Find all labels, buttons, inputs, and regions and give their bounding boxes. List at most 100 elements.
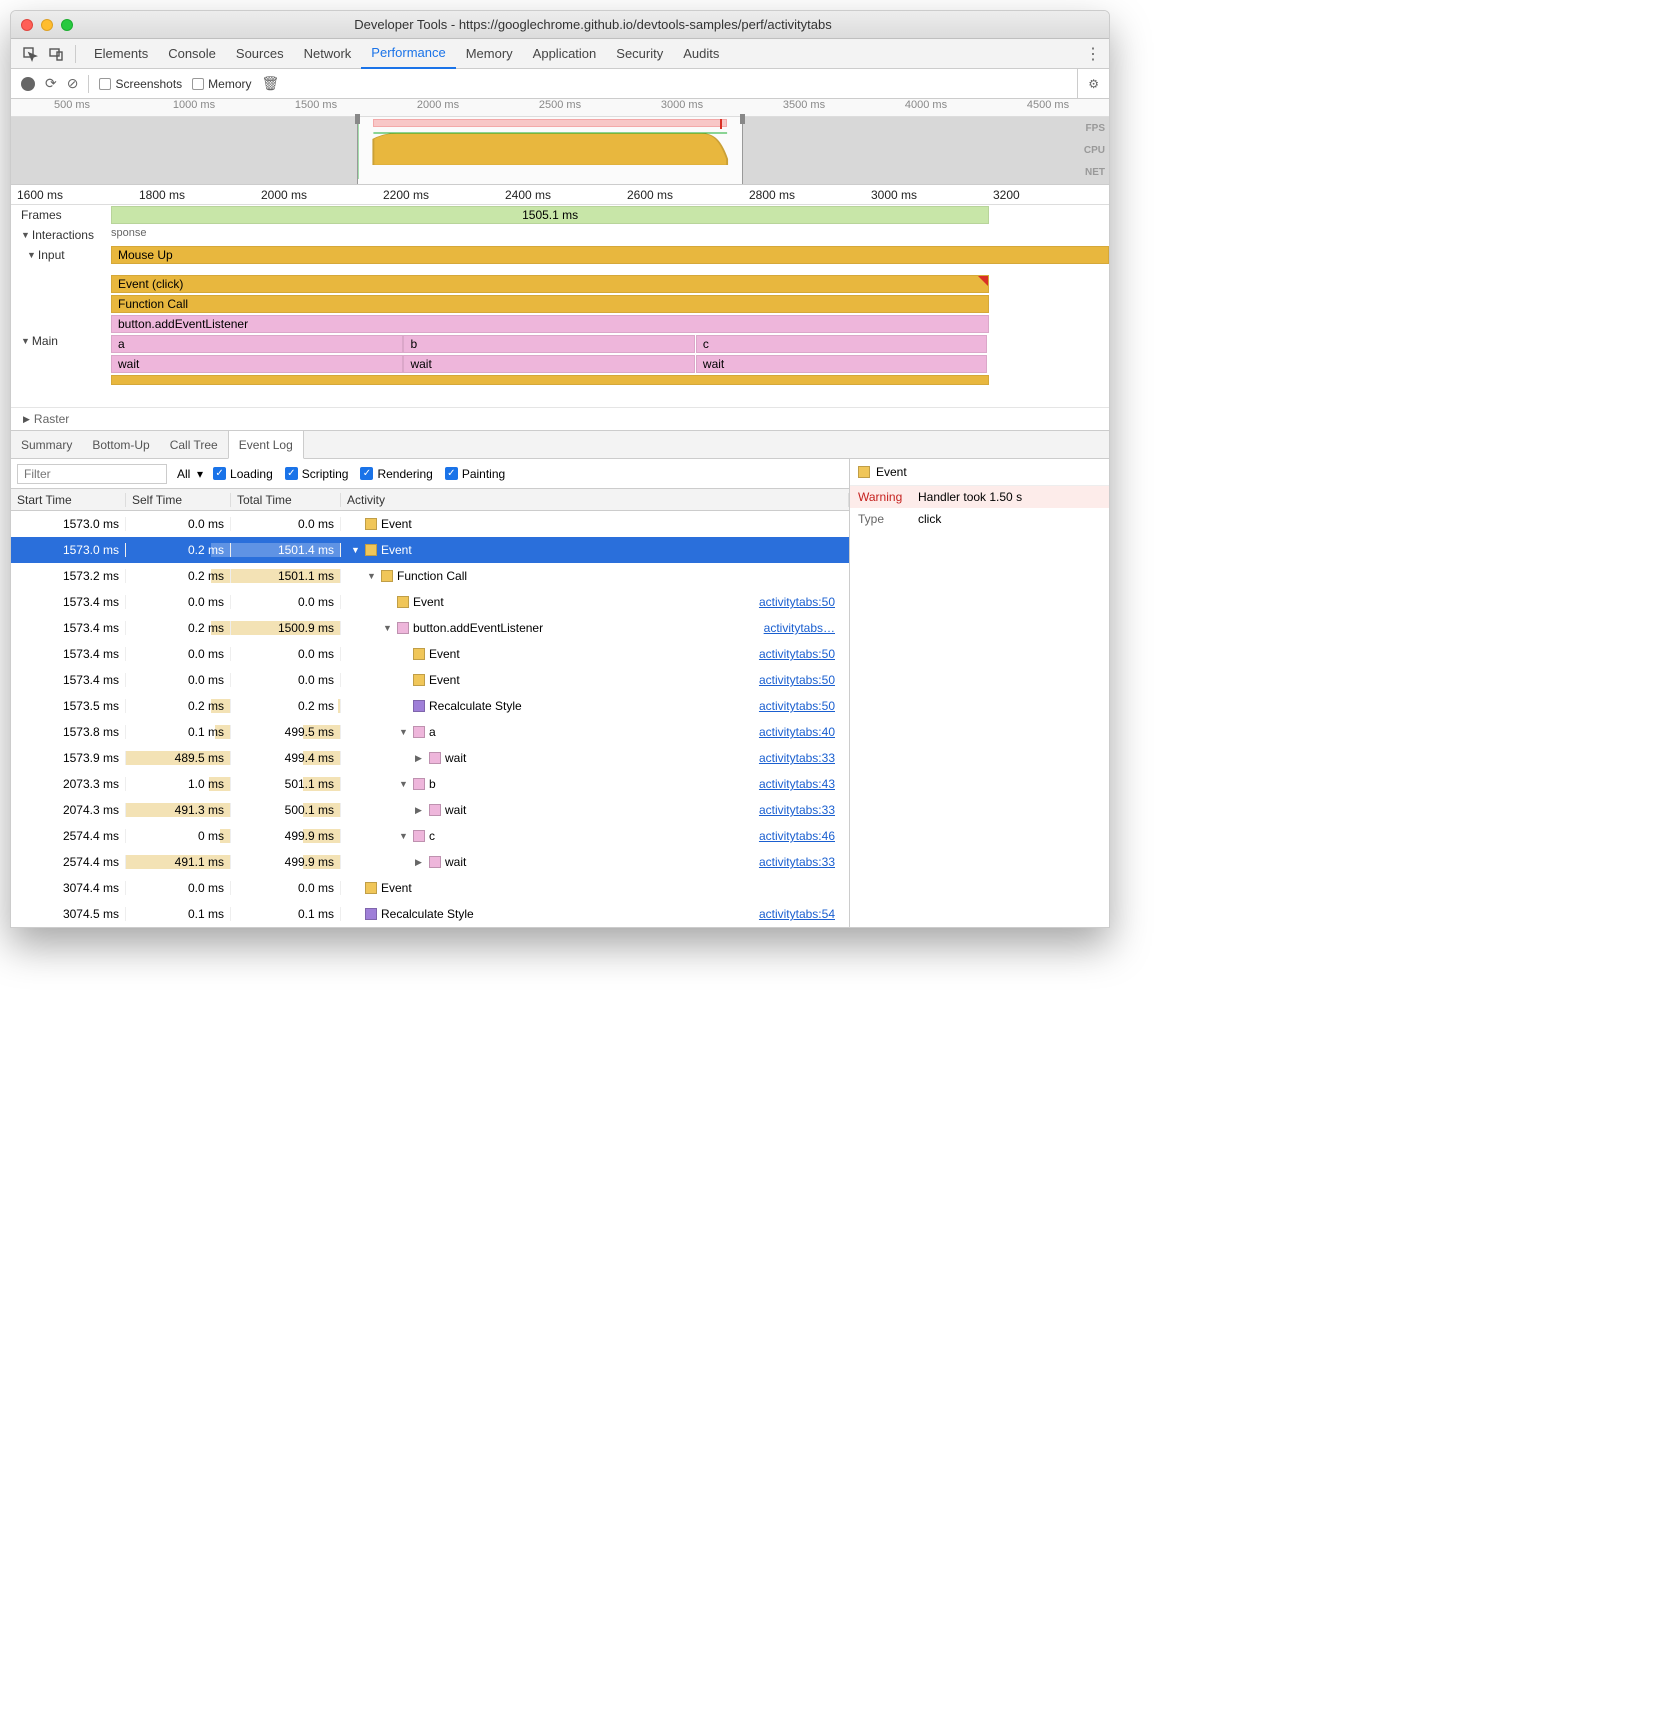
event-log-row[interactable]: 2574.4 ms0 ms499.9 ms▼cactivitytabs:46 (11, 823, 849, 849)
filter-bar: All ▾ ✓Loading ✓Scripting ✓Rendering ✓Paint… (11, 459, 849, 489)
filter-check-painting[interactable]: ✓Painting (445, 467, 505, 481)
activity-swatch-icon (365, 544, 377, 556)
event-log-row[interactable]: 1573.0 ms0.2 ms1501.4 ms▼Event (11, 537, 849, 563)
settings-icon[interactable]: ⚙ (1077, 69, 1099, 99)
clear-icon[interactable]: ⊘ (67, 75, 79, 92)
event-log-row[interactable]: 1573.4 ms0.0 ms0.0 msEventactivitytabs:5… (11, 667, 849, 693)
main-track-label[interactable]: ▼Main (11, 275, 111, 407)
time-ruler: 1600 ms1800 ms2000 ms2200 ms2400 ms2600 … (11, 185, 1109, 205)
flame-tracks[interactable]: Frames 1505.1 ms ▼Interactions sponse ▼I… (11, 205, 1109, 431)
event-log-row[interactable]: 2074.3 ms491.3 ms500.1 ms▶waitactivityta… (11, 797, 849, 823)
event-log-row[interactable]: 3074.5 ms0.1 ms0.1 msRecalculate Styleac… (11, 901, 849, 927)
source-link[interactable]: activitytabs:46 (759, 829, 843, 843)
flame-bar[interactable]: Event (click) (111, 275, 989, 293)
tab-network[interactable]: Network (294, 39, 362, 69)
tab-application[interactable]: Application (523, 39, 607, 69)
activity-swatch-icon (413, 830, 425, 842)
event-log-row[interactable]: 1573.0 ms0.0 ms0.0 msEvent (11, 511, 849, 537)
tab-sources[interactable]: Sources (226, 39, 294, 69)
input-track-label[interactable]: ▼Input (11, 245, 111, 265)
frames-track-label: Frames (11, 205, 111, 225)
source-link[interactable]: activitytabs:54 (759, 907, 843, 921)
filter-input[interactable] (17, 464, 167, 484)
tab-elements[interactable]: Elements (84, 39, 158, 69)
input-bar[interactable]: Mouse Up (111, 246, 1109, 264)
perf-toolbar: ⟳ ⊘ Screenshots Memory 🗑 ⚙ (11, 69, 1109, 99)
flame-bar[interactable]: button.addEventListener (111, 315, 989, 333)
tab-memory[interactable]: Memory (456, 39, 523, 69)
flame-bar[interactable]: b (403, 335, 695, 353)
event-log-row[interactable]: 1573.4 ms0.2 ms1500.9 ms▼button.addEvent… (11, 615, 849, 641)
source-link[interactable]: activitytabs:50 (759, 647, 843, 661)
flame-bar[interactable]: wait (403, 355, 695, 373)
source-link[interactable]: activitytabs:50 (759, 699, 843, 713)
activity-swatch-icon (413, 700, 425, 712)
activity-swatch-icon (397, 596, 409, 608)
filter-check-loading[interactable]: ✓Loading (213, 467, 273, 481)
detail-tab-summary[interactable]: Summary (11, 431, 82, 459)
source-link[interactable]: activitytabs:43 (759, 777, 843, 791)
raster-track-label[interactable]: ▶Raster (11, 407, 1109, 426)
detail-tabs: SummaryBottom-UpCall TreeEvent Log (11, 431, 1109, 459)
inspect-icon[interactable] (19, 43, 41, 65)
tab-performance[interactable]: Performance (361, 39, 455, 69)
activity-swatch-icon (429, 856, 441, 868)
close-icon[interactable] (21, 19, 33, 31)
source-link[interactable]: activitytabs:33 (759, 751, 843, 765)
flame-bar[interactable]: c (696, 335, 988, 353)
flame-bar[interactable]: a (111, 335, 403, 353)
source-link[interactable]: activitytabs… (764, 621, 843, 635)
bottom-pane: All ▾ ✓Loading ✓Scripting ✓Rendering ✓Paint… (11, 459, 1109, 927)
event-swatch-icon (858, 466, 870, 478)
filter-check-rendering[interactable]: ✓Rendering (360, 467, 432, 481)
filter-check-scripting[interactable]: ✓Scripting (285, 467, 349, 481)
detail-tab-bottom-up[interactable]: Bottom-Up (82, 431, 159, 459)
source-link[interactable]: activitytabs:50 (759, 673, 843, 687)
event-log-row[interactable]: 2073.3 ms1.0 ms501.1 ms▼bactivitytabs:43 (11, 771, 849, 797)
event-log-row[interactable]: 1573.2 ms0.2 ms1501.1 ms▼Function Call (11, 563, 849, 589)
source-link[interactable]: activitytabs:33 (759, 803, 843, 817)
event-log-row[interactable]: 1573.4 ms0.0 ms0.0 msEventactivitytabs:5… (11, 589, 849, 615)
scope-select[interactable]: All ▾ (177, 467, 203, 481)
flame-bar[interactable] (111, 375, 989, 385)
source-link[interactable]: activitytabs:33 (759, 855, 843, 869)
event-log-row[interactable]: 1573.8 ms0.1 ms499.5 ms▼aactivitytabs:40 (11, 719, 849, 745)
memory-checkbox[interactable]: Memory (192, 77, 251, 91)
activity-swatch-icon (413, 648, 425, 660)
activity-swatch-icon (381, 570, 393, 582)
zoom-icon[interactable] (61, 19, 73, 31)
event-log-row[interactable]: 1573.9 ms489.5 ms499.4 ms▶waitactivityta… (11, 745, 849, 771)
activity-swatch-icon (413, 674, 425, 686)
details-pane: Event WarningHandler took 1.50 s Typecli… (849, 459, 1109, 927)
event-log-row[interactable]: 2574.4 ms491.1 ms499.9 ms▶waitactivityta… (11, 849, 849, 875)
activity-swatch-icon (365, 908, 377, 920)
frame-bar[interactable]: 1505.1 ms (111, 206, 989, 224)
detail-tab-call-tree[interactable]: Call Tree (160, 431, 228, 459)
flame-bar[interactable]: wait (696, 355, 988, 373)
tab-audits[interactable]: Audits (673, 39, 729, 69)
event-log-rows: 1573.0 ms0.0 ms0.0 msEvent1573.0 ms0.2 m… (11, 511, 849, 927)
event-log-row[interactable]: 3074.4 ms0.0 ms0.0 msEvent (11, 875, 849, 901)
more-icon[interactable]: ⋮ (1085, 44, 1101, 64)
source-link[interactable]: activitytabs:50 (759, 595, 843, 609)
flame-bar[interactable]: wait (111, 355, 403, 373)
reload-icon[interactable]: ⟳ (45, 75, 57, 92)
screenshots-checkbox[interactable]: Screenshots (99, 77, 182, 91)
source-link[interactable]: activitytabs:40 (759, 725, 843, 739)
event-log-row[interactable]: 1573.5 ms0.2 ms0.2 msRecalculate Styleac… (11, 693, 849, 719)
minimize-icon[interactable] (41, 19, 53, 31)
device-toggle-icon[interactable] (45, 43, 67, 65)
activity-swatch-icon (429, 752, 441, 764)
devtools-window: Developer Tools - https://googlechrome.g… (10, 10, 1110, 928)
record-button[interactable] (21, 77, 35, 91)
event-log-row[interactable]: 1573.4 ms0.0 ms0.0 msEventactivitytabs:5… (11, 641, 849, 667)
overview-timeline[interactable]: 500 ms1000 ms1500 ms2000 ms2500 ms3000 m… (11, 99, 1109, 185)
activity-swatch-icon (429, 804, 441, 816)
detail-tab-event-log[interactable]: Event Log (228, 431, 304, 459)
column-headers: Start Time Self Time Total Time Activity (11, 489, 849, 511)
flame-bar[interactable]: Function Call (111, 295, 989, 313)
tab-console[interactable]: Console (158, 39, 226, 69)
interactions-track-label[interactable]: ▼Interactions (11, 225, 111, 245)
trash-icon[interactable]: 🗑 (262, 75, 280, 92)
tab-security[interactable]: Security (606, 39, 673, 69)
